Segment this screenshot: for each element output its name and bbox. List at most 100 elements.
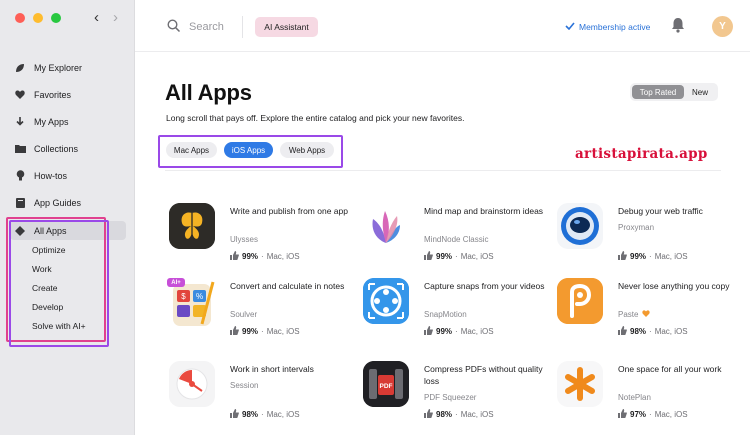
separator-dot: · [455, 252, 458, 261]
app-card-soulver[interactable]: $% AI+ Convert and calculate in notes So… [167, 278, 359, 348]
app-card-snapmotion[interactable]: Capture snaps from your videos SnapMotio… [363, 278, 553, 348]
ai-plus-badge: AI+ [167, 278, 185, 287]
separator-dot: · [261, 410, 264, 419]
sort-top-rated-button[interactable]: Top Rated [632, 85, 684, 99]
sidebar-item-how-tos[interactable]: How-tos [10, 166, 126, 185]
app-developer: Proxyman [618, 223, 655, 232]
minimize-window-button[interactable] [33, 13, 43, 23]
separator-dot: · [455, 410, 458, 419]
app-title: One space for all your work [618, 364, 722, 374]
app-title: Compress PDFs without quality loss [424, 364, 543, 386]
app-rating: 99% [436, 327, 453, 336]
app-developer: Paste [618, 310, 639, 319]
download-arrow-icon [13, 115, 27, 129]
filter-mac-apps[interactable]: Mac Apps [166, 142, 217, 158]
back-button[interactable]: ‹ [94, 9, 99, 26]
search-icon[interactable] [167, 19, 181, 38]
sort-toggle: Top Rated New [630, 83, 718, 101]
app-platforms: Mac, iOS [460, 410, 494, 419]
app-developer: Soulver [230, 310, 258, 319]
history-nav: ‹ › [94, 9, 118, 26]
thumbs-up-icon [230, 251, 239, 262]
app-rating: 99% [242, 327, 259, 336]
app-title: Work in short intervals [230, 364, 314, 374]
separator-dot: · [649, 410, 652, 419]
proxyman-astronaut-icon [557, 203, 603, 249]
app-developer: Ulysses [230, 235, 259, 244]
sidebar-item-my-explorer[interactable]: My Explorer [10, 58, 126, 77]
app-title: Never lose anything you copy [618, 281, 730, 291]
zoom-window-button[interactable] [51, 13, 61, 23]
sidebar-item-my-apps[interactable]: My Apps [10, 112, 126, 131]
app-card-pdf-squeezer[interactable]: PDF Compress PDFs without quality loss P… [363, 361, 553, 431]
app-developer: PDF Squeezer [424, 393, 477, 402]
bell-icon[interactable] [671, 17, 685, 38]
thumbs-up-icon [424, 409, 433, 420]
forward-button[interactable]: › [113, 9, 118, 26]
sidebar-item-label: Collections [34, 143, 79, 154]
app-title: Debug your web traffic [618, 206, 703, 216]
app-rating: 98% [436, 410, 453, 419]
checkmark-icon [565, 22, 575, 32]
app-meta: 98% · Mac, iOS [230, 409, 300, 420]
sidebar: ‹ › My Explorer Favorites My Apps Collec… [0, 0, 134, 435]
thumbs-up-icon [424, 326, 433, 337]
app-rating: 97% [630, 410, 647, 419]
app-card-mindnode[interactable]: Mind map and brainstorm ideas MindNode C… [363, 203, 553, 273]
sidebar-item-label: My Explorer [34, 62, 83, 73]
app-developer: Session [230, 381, 259, 390]
heart-icon [13, 88, 27, 102]
membership-label: Membership active [579, 22, 651, 32]
app-meta: 98% · Mac, iOS [424, 409, 494, 420]
app-card-noteplan[interactable]: One space for all your work NotePlan 97%… [557, 361, 747, 431]
app-meta: 99% · Mac, iOS [424, 326, 494, 337]
app-card-proxyman[interactable]: Debug your web traffic Proxyman 99% · Ma… [557, 203, 747, 273]
sidebar-item-collections[interactable]: Collections [10, 139, 126, 158]
page-subtitle: Long scroll that pays off. Explore the e… [166, 113, 465, 123]
close-window-button[interactable] [15, 13, 25, 23]
filter-ios-apps[interactable]: iOS Apps [224, 142, 273, 158]
app-meta: 99% · Mac, iOS [618, 251, 688, 262]
sidebar-item-app-guides[interactable]: App Guides [10, 193, 126, 212]
app-title: Capture snaps from your videos [424, 281, 545, 291]
app-card-session[interactable]: Work in short intervals Session 98% · Ma… [169, 361, 359, 431]
app-platforms: Mac, iOS [266, 410, 300, 419]
membership-status[interactable]: Membership active [565, 22, 650, 32]
app-card-ulysses[interactable]: Write and publish from one app Ulysses 9… [169, 203, 359, 273]
app-rating: 99% [630, 252, 647, 261]
app-meta: 99% · Mac, iOS [230, 326, 300, 337]
app-platforms: Mac, iOS [460, 327, 494, 336]
search-input[interactable]: Search [189, 21, 224, 33]
app-platforms: Mac, iOS [654, 252, 688, 261]
ulysses-butterfly-icon [169, 203, 215, 249]
app-developer-row: Paste [618, 310, 651, 319]
avatar[interactable]: Y [712, 16, 733, 37]
app-title: Write and publish from one app [230, 206, 348, 216]
sort-new-button[interactable]: New [684, 85, 716, 99]
app-meta: 98% · Mac, iOS [618, 326, 688, 337]
separator-dot: · [649, 327, 652, 336]
separator-dot: · [261, 252, 264, 261]
annotation-highlight-purple [9, 220, 109, 347]
leaf-icon [13, 61, 27, 75]
toolbar-divider [242, 16, 243, 38]
filter-web-apps[interactable]: Web Apps [280, 142, 334, 158]
app-developer: MindNode Classic [424, 235, 489, 244]
app-title: Convert and calculate in notes [230, 281, 345, 291]
app-platforms: Mac, iOS [266, 252, 300, 261]
thumbs-up-icon [230, 326, 239, 337]
app-developer: SnapMotion [424, 310, 467, 319]
watermark-text: artistapirata.app [575, 146, 708, 162]
app-rating: 99% [436, 252, 453, 261]
sidebar-item-favorites[interactable]: Favorites [10, 85, 126, 104]
ai-assistant-button[interactable]: AI Assistant [255, 17, 318, 37]
sidebar-item-label: My Apps [34, 116, 69, 127]
app-developer: NotePlan [618, 393, 651, 402]
heart-icon [642, 310, 651, 319]
app-rating: 98% [242, 410, 259, 419]
snapmotion-reel-icon [363, 278, 409, 324]
app-platforms: Mac, iOS [654, 410, 688, 419]
thumbs-up-icon [618, 409, 627, 420]
book-icon [13, 196, 27, 210]
app-card-paste[interactable]: Never lose anything you copy Paste 98% ·… [557, 278, 747, 348]
